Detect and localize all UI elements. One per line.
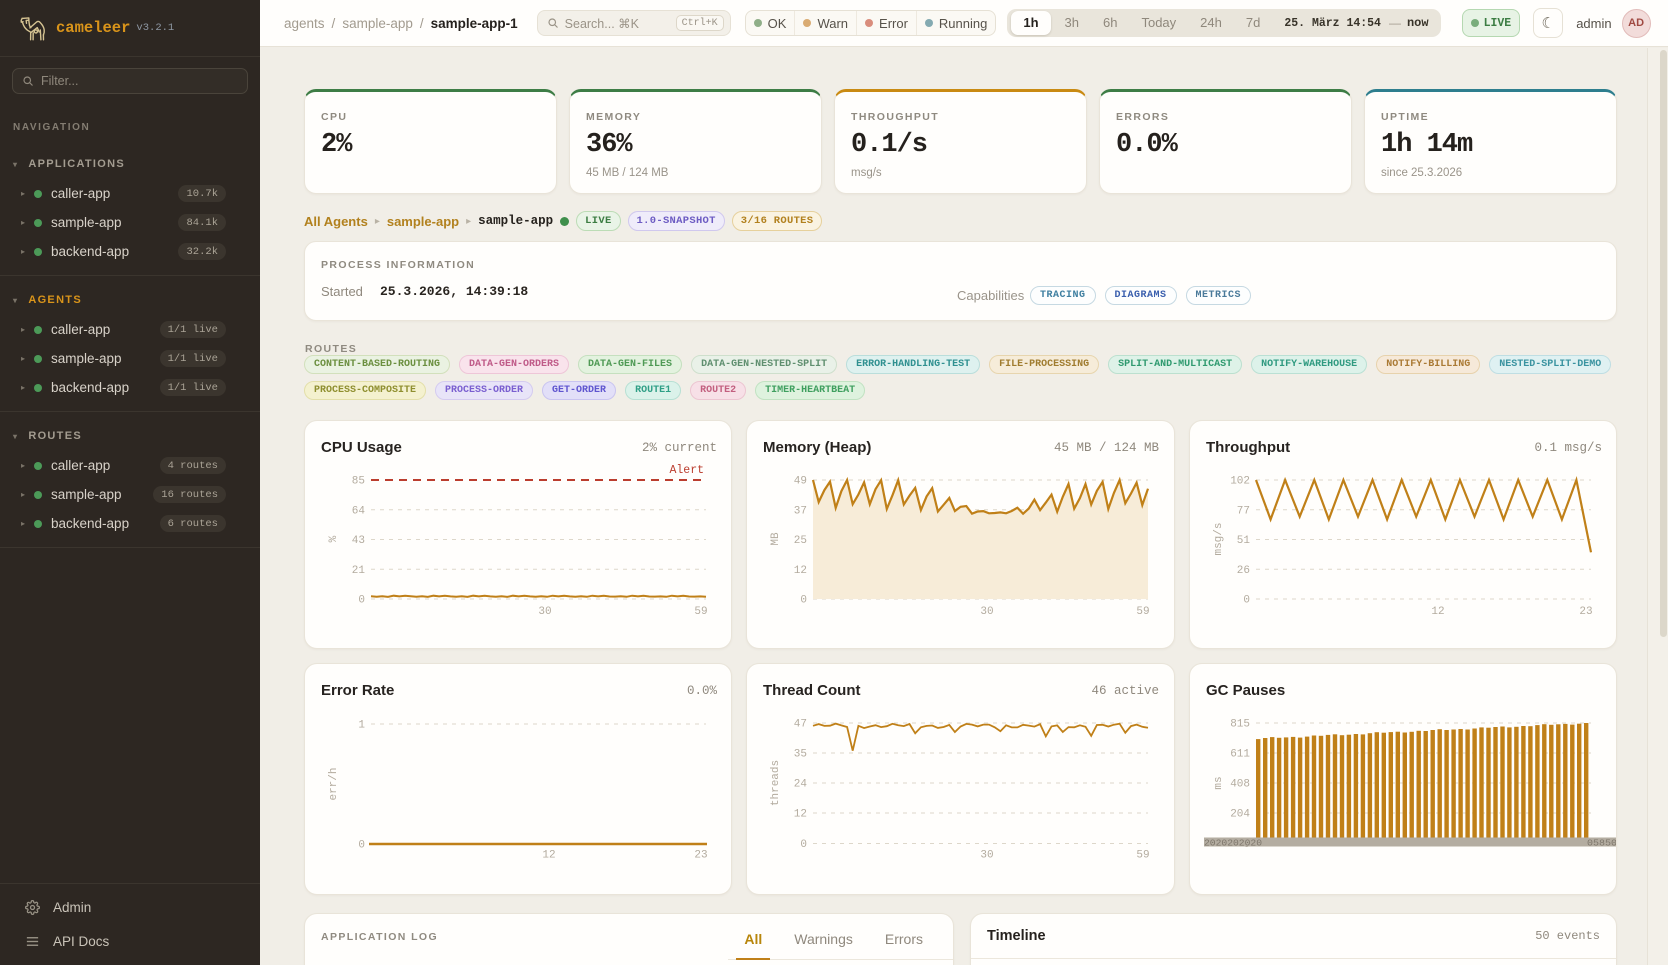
svg-text:12: 12 [542, 850, 555, 862]
svg-text:30: 30 [538, 606, 551, 618]
svg-text:2% current: 2% current [642, 441, 717, 455]
svg-text:46 active: 46 active [1092, 684, 1160, 698]
svg-text:26: 26 [1236, 565, 1249, 577]
svg-text:408: 408 [1230, 779, 1250, 791]
svg-text:Alert: Alert [669, 464, 704, 477]
svg-text:0: 0 [358, 595, 365, 607]
svg-text:23: 23 [694, 850, 707, 862]
svg-text:37: 37 [794, 505, 807, 517]
svg-text:MB: MB [770, 532, 782, 546]
svg-text:Error Rate: Error Rate [321, 682, 394, 699]
svg-text:12: 12 [794, 809, 807, 821]
svg-text:25: 25 [794, 535, 807, 547]
svg-text:0: 0 [358, 840, 365, 852]
svg-text:12: 12 [794, 565, 807, 577]
svg-text:35: 35 [794, 749, 807, 761]
svg-text:msg/s: msg/s [1213, 522, 1225, 555]
svg-text:12: 12 [1431, 606, 1444, 618]
svg-text:ms: ms [1213, 776, 1225, 789]
svg-text:204: 204 [1230, 809, 1250, 821]
svg-text:0: 0 [801, 595, 808, 607]
svg-text:59: 59 [1137, 850, 1150, 862]
svg-text:Memory (Heap): Memory (Heap) [763, 439, 871, 456]
svg-text:0: 0 [1243, 595, 1250, 607]
svg-text:2020202020: 2020202020 [1204, 838, 1262, 849]
svg-text:21: 21 [352, 565, 366, 577]
svg-text:23: 23 [1579, 606, 1592, 618]
svg-text:815: 815 [1230, 719, 1250, 731]
svg-text:30: 30 [981, 850, 994, 862]
svg-text:59: 59 [1137, 606, 1150, 618]
svg-text:64: 64 [352, 505, 366, 517]
svg-text:0.0%: 0.0% [687, 684, 718, 698]
svg-text:1: 1 [358, 720, 365, 732]
svg-text:49: 49 [794, 476, 807, 488]
svg-text:47: 47 [794, 719, 807, 731]
svg-text:45 MB / 124 MB: 45 MB / 124 MB [1054, 441, 1160, 455]
svg-text:threads: threads [770, 760, 782, 806]
svg-text:102: 102 [1230, 476, 1250, 488]
svg-text:%: % [328, 535, 340, 542]
svg-text:30: 30 [981, 606, 994, 618]
svg-text:43: 43 [352, 535, 365, 547]
svg-text:Thread Count: Thread Count [763, 682, 861, 699]
svg-text:24: 24 [794, 779, 808, 791]
svg-text:85: 85 [352, 476, 365, 488]
svg-text:59: 59 [694, 606, 707, 618]
svg-text:0.1 msg/s: 0.1 msg/s [1534, 441, 1602, 455]
svg-text:51: 51 [1236, 535, 1250, 547]
svg-text:611: 611 [1230, 749, 1250, 761]
svg-text:GC Pauses: GC Pauses [1206, 682, 1285, 699]
svg-text:77: 77 [1236, 505, 1249, 517]
svg-text:err/h: err/h [328, 767, 340, 800]
svg-text:0: 0 [801, 839, 808, 851]
svg-text:05850: 05850 [1587, 838, 1617, 849]
svg-text:CPU Usage: CPU Usage [321, 439, 402, 456]
svg-text:Throughput: Throughput [1206, 439, 1290, 456]
